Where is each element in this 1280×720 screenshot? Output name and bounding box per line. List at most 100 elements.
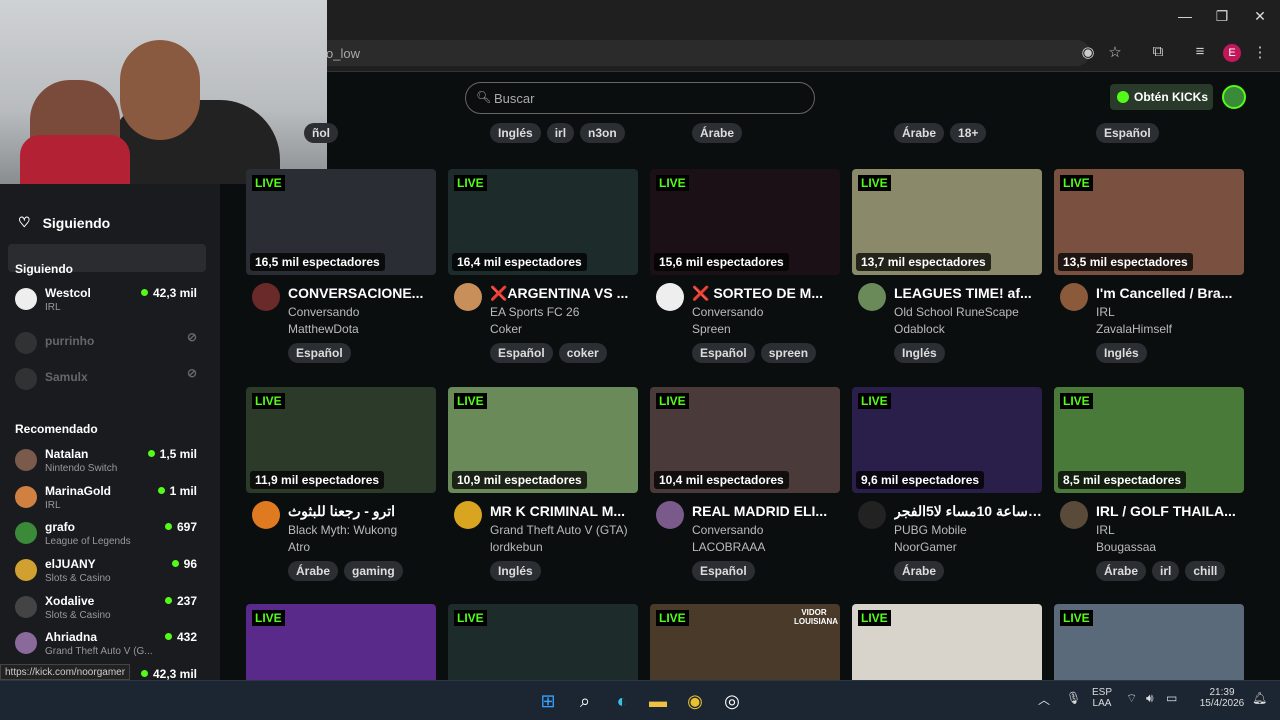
streamer-name[interactable]: LACOBRAAA — [692, 540, 765, 554]
streamer-name[interactable]: Atro — [288, 540, 310, 554]
stream-title[interactable]: LEAGUES TIME! af... — [894, 285, 1042, 301]
extensions-icon[interactable]: ⧉ — [1148, 43, 1168, 60]
avatar[interactable] — [454, 283, 482, 311]
avatar[interactable] — [1060, 283, 1088, 311]
stream-category[interactable]: Conversando — [288, 305, 359, 319]
search-input[interactable]: 🔍︎ Buscar — [465, 82, 815, 114]
tag[interactable]: Inglés — [894, 343, 945, 363]
tag[interactable]: Árabe — [288, 561, 339, 581]
stream-thumbnail[interactable]: LIVE — [1054, 604, 1244, 680]
tag[interactable]: 18+ — [950, 123, 987, 143]
stream-thumbnail[interactable]: LIVE 16,4 mil espectadores — [448, 169, 638, 275]
avatar[interactable] — [656, 283, 684, 311]
tag[interactable]: Español — [692, 561, 755, 581]
recommended-item[interactable]: Xodalive Slots & Casino 237 — [15, 594, 205, 626]
tag[interactable]: irl — [546, 123, 575, 143]
stream-category[interactable]: IRL — [1096, 523, 1115, 537]
streamer-name[interactable]: lordkebun — [490, 540, 543, 554]
stream-card[interactable]: LIVE 15,6 mil espectadores ❌ SORTEO DE M..… — [650, 169, 840, 365]
address-bar[interactable]: o_low — [300, 40, 1090, 66]
stream-title[interactable]: ❌ SORTEO DE M... — [692, 285, 840, 302]
user-avatar[interactable] — [1222, 85, 1246, 109]
stream-category[interactable]: EA Sports FC 26 — [490, 305, 579, 319]
stream-card[interactable]: LIVE 16,4 mil espectadores ❌ARGENTINA VS .… — [448, 169, 638, 365]
stream-thumbnail[interactable]: LIVE — [852, 604, 1042, 680]
avatar[interactable] — [252, 283, 280, 311]
close-icon[interactable]: ✕ — [1248, 8, 1272, 25]
stream-category[interactable]: IRL — [1096, 305, 1115, 319]
tag[interactable]: Árabe — [1096, 561, 1147, 581]
stream-category[interactable]: PUBG Mobile — [894, 523, 967, 537]
stream-category[interactable]: Old School RuneScape — [894, 305, 1019, 319]
stream-card[interactable]: LIVE 16,5 mil espectadores CONVERSACIONE..… — [246, 169, 436, 365]
stream-card[interactable]: LIVE — [246, 604, 436, 680]
recommended-item[interactable]: grafo League of Legends 697 — [15, 520, 205, 552]
stream-category[interactable]: Grand Theft Auto V (GTA) — [490, 523, 628, 537]
clock[interactable]: 21:39 15/4/2026 — [1196, 687, 1248, 709]
stream-title[interactable]: I'm Cancelled / Bra... — [1096, 285, 1244, 301]
avatar[interactable] — [858, 501, 886, 529]
avatar[interactable] — [252, 501, 280, 529]
tag[interactable]: Inglés — [490, 123, 541, 143]
stream-card[interactable]: LIVE — [448, 604, 638, 680]
streamer-name[interactable]: Spreen — [692, 322, 731, 336]
battery-icon[interactable]: ▭ — [1166, 691, 1177, 705]
stream-card[interactable]: LIVE — [1054, 604, 1244, 680]
stream-card[interactable]: LIVE 10,4 mil espectadores REAL MADRID ELI… — [650, 387, 840, 583]
stream-thumbnail[interactable]: LIVE — [448, 604, 638, 680]
stream-thumbnail[interactable]: LIVE 11,9 mil espectadores — [246, 387, 436, 493]
following-item[interactable]: purrinho ⊘ — [15, 330, 205, 362]
stream-card[interactable]: LIVE — [852, 604, 1042, 680]
tag[interactable]: irl — [1152, 561, 1180, 581]
stream-title[interactable]: CONVERSACIONE... — [288, 285, 436, 301]
streamer-name[interactable]: Bougassaa — [1096, 540, 1156, 554]
tag[interactable]: coker — [558, 343, 607, 363]
microphone-icon[interactable]: 🎙︎ — [1066, 691, 1081, 705]
wifi-icon[interactable]: ⌔ — [1126, 691, 1137, 706]
streamer-name[interactable]: MatthewDota — [288, 322, 359, 336]
chrome-icon[interactable]: ◉ — [683, 689, 707, 713]
profile-avatar[interactable]: E — [1223, 44, 1241, 62]
tag[interactable]: chill — [1185, 561, 1226, 581]
stream-category[interactable]: Black Myth: Wukong — [288, 523, 397, 537]
stream-category[interactable]: Conversando — [692, 305, 763, 319]
streamer-name[interactable]: NoorGamer — [894, 540, 957, 554]
tag[interactable]: Español — [288, 343, 351, 363]
tag[interactable]: ñol — [304, 123, 338, 143]
stream-thumbnail[interactable]: LIVE VIDOR LOUISIANA — [650, 604, 840, 680]
avatar[interactable] — [858, 283, 886, 311]
stream-thumbnail[interactable]: LIVE 9,6 mil espectadores — [852, 387, 1042, 493]
stream-card[interactable]: LIVE 10,9 mil espectadores MR K CRIMINAL M… — [448, 387, 638, 583]
stream-thumbnail[interactable]: LIVE 8,5 mil espectadores — [1054, 387, 1244, 493]
stream-card[interactable]: LIVE 8,5 mil espectadores IRL / GOLF THAIL… — [1054, 387, 1244, 583]
chevron-up-icon[interactable]: ︿ — [1038, 691, 1050, 708]
edge-icon[interactable]: ◐ — [610, 689, 634, 713]
recommended-item[interactable]: Natalan Nintendo Switch 1,5 mil — [15, 447, 205, 479]
get-kicks-button[interactable]: Obtén KICKs — [1110, 84, 1213, 110]
following-item[interactable]: Westcol IRL 42,3 mil — [15, 286, 205, 318]
stream-title[interactable]: اترو - رجعنا للبثوث — [288, 503, 436, 520]
tag[interactable]: Inglés — [490, 561, 541, 581]
search-icon[interactable]: ⌕ — [573, 689, 597, 713]
stream-title[interactable]: IRL / GOLF THAILA... — [1096, 503, 1244, 519]
streamer-name[interactable]: ZavalaHimself — [1096, 322, 1172, 336]
tag[interactable]: Inglés — [1096, 343, 1147, 363]
stream-thumbnail[interactable]: LIVE — [246, 604, 436, 680]
recommended-item[interactable]: Ahriadna Grand Theft Auto V (G... 432 — [15, 630, 205, 662]
stream-card[interactable]: LIVE VIDOR LOUISIANA — [650, 604, 840, 680]
following-item[interactable]: Samulx ⊘ — [15, 366, 205, 398]
avatar[interactable] — [454, 501, 482, 529]
recommended-item[interactable]: MarinaGold IRL 1 mil — [15, 484, 205, 516]
folder-icon[interactable]: ▬ — [646, 689, 670, 713]
streamer-name[interactable]: Odablock — [894, 322, 945, 336]
windows-start-icon[interactable]: ⊞ — [536, 689, 560, 713]
stream-thumbnail[interactable]: LIVE 16,5 mil espectadores — [246, 169, 436, 275]
notification-icon[interactable]: 🔔︎ — [1252, 691, 1267, 705]
stream-thumbnail[interactable]: LIVE 15,6 mil espectadores — [650, 169, 840, 275]
stream-card[interactable]: LIVE 13,5 mil espectadores I'm Cancelled /… — [1054, 169, 1244, 365]
stream-thumbnail[interactable]: LIVE 10,4 mil espectadores — [650, 387, 840, 493]
star-icon[interactable]: ☆ — [1105, 43, 1125, 61]
sidebar-item-siguiendo[interactable]: ♡ Siguiendo — [18, 214, 110, 231]
stream-title[interactable]: ❌ARGENTINA VS ... — [490, 285, 638, 302]
stream-thumbnail[interactable]: LIVE 13,7 mil espectadores — [852, 169, 1042, 275]
